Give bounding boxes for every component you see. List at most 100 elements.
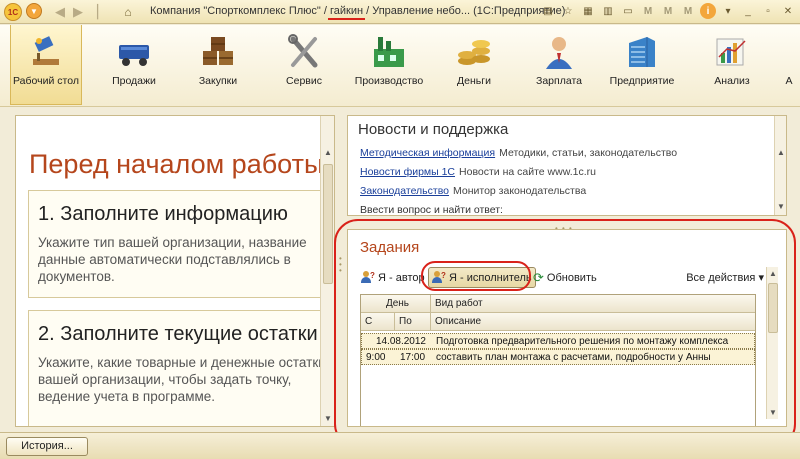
- forward-arrow-icon[interactable]: ▶: [70, 3, 86, 21]
- col-day[interactable]: День: [361, 295, 431, 313]
- favorites-icon[interactable]: ☆: [560, 3, 576, 19]
- production-icon: [370, 33, 408, 71]
- section-service[interactable]: Сервис: [268, 25, 340, 105]
- person-icon: ?: [361, 271, 375, 284]
- table-row[interactable]: 9:00 17:00 составить план монтажа с расч…: [361, 349, 755, 365]
- section-label: Зарплата: [536, 75, 582, 87]
- person-icon: ?: [432, 271, 446, 284]
- news-link-methodical[interactable]: Методическая информация: [360, 147, 495, 159]
- main-menu-icon[interactable]: ▼: [26, 3, 42, 19]
- tasks-table[interactable]: День Вид работ С По Описание 14.08.2012 …: [360, 294, 756, 426]
- scroll-thumb[interactable]: [323, 164, 333, 284]
- cell-from: 9:00: [366, 352, 386, 363]
- step2-box[interactable]: 2. Заполните текущие остатки Укажите, ка…: [28, 310, 334, 426]
- col-description[interactable]: Описание: [431, 313, 757, 331]
- calendar-icon[interactable]: ▦: [580, 3, 596, 19]
- tasks-title: Задания: [360, 239, 420, 256]
- executor-filter-button[interactable]: ? Я - исполнитель: [428, 267, 536, 288]
- close-icon[interactable]: ✕: [780, 3, 796, 19]
- print-icon[interactable]: ▭: [620, 3, 636, 19]
- analysis-icon: [713, 33, 751, 71]
- section-label: Предприятие: [609, 75, 675, 87]
- section-label: Закупки: [198, 75, 238, 87]
- desktop-icon: [27, 33, 65, 71]
- section-purchases[interactable]: Закупки: [182, 25, 254, 105]
- scroll-up-icon[interactable]: ▲: [775, 146, 786, 160]
- col-worktype[interactable]: Вид работ: [431, 295, 757, 313]
- news-scrollbar[interactable]: ▲ ▼: [774, 116, 786, 215]
- news-row: Методическая информация Методики, статьи,…: [360, 147, 678, 159]
- calculator-icon[interactable]: ▥: [600, 3, 616, 19]
- scroll-down-icon[interactable]: ▼: [775, 200, 786, 214]
- scroll-up-icon[interactable]: ▲: [321, 146, 334, 160]
- section-label: Сервис: [286, 75, 322, 87]
- scroll-down-icon[interactable]: ▼: [321, 412, 334, 426]
- col-to[interactable]: По: [395, 313, 431, 331]
- status-bar: История...: [0, 432, 800, 459]
- scroll-down-icon[interactable]: ▼: [767, 408, 779, 417]
- refresh-button[interactable]: ⟳ Обновить: [530, 267, 600, 288]
- section-desktop[interactable]: Рабочий стол: [10, 25, 82, 105]
- sections-panel: Рабочий стол Продажи Закупки Сервис Прои…: [0, 25, 800, 107]
- cell-description: составить план монтажа с расчетами, подр…: [436, 352, 711, 363]
- cell-to: 17:00: [400, 352, 426, 363]
- author-filter-button[interactable]: ? Я - автор: [358, 267, 428, 288]
- table-subheader: С По Описание: [361, 313, 755, 331]
- cell-worktype: Подготовка предварительного решения по м…: [436, 336, 729, 347]
- section-production[interactable]: Производство: [353, 25, 425, 105]
- news-link-legislation[interactable]: Законодательство: [360, 185, 449, 197]
- step2-title: 2. Заполните текущие остатки: [38, 323, 318, 345]
- enterprise-icon: [623, 33, 661, 71]
- ask-question-label: Ввести вопрос и найти ответ:: [360, 204, 503, 216]
- news-title: Новости и поддержка: [358, 121, 509, 138]
- getting-started-title: Перед началом работы: [29, 149, 324, 179]
- minimize-icon[interactable]: _: [740, 3, 756, 19]
- table-row[interactable]: 14.08.2012 Подготовка предварительного р…: [361, 333, 755, 349]
- section-money[interactable]: Деньги: [438, 25, 510, 105]
- refresh-icon: ⟳: [533, 269, 544, 285]
- history-button[interactable]: История...: [6, 437, 88, 456]
- sales-icon: [115, 33, 153, 71]
- section-sales[interactable]: Продажи: [98, 25, 170, 105]
- news-row: Законодательство Монитор законодательства: [360, 185, 587, 197]
- step1-title: 1. Заполните информацию: [38, 203, 288, 225]
- news-link-1c[interactable]: Новости фирмы 1С: [360, 166, 455, 178]
- service-icon: [285, 33, 323, 71]
- news-panel: Новости и поддержка Методическая информа…: [347, 115, 787, 216]
- all-actions-menu[interactable]: Все действия ▾: [686, 267, 764, 288]
- memory-mminus-icon[interactable]: M: [680, 3, 696, 19]
- section-salary[interactable]: Зарплата: [523, 25, 595, 105]
- news-row: Новости фирмы 1С Новости на сайте www.1c.…: [360, 166, 596, 178]
- chevron-down-icon: ▾: [758, 272, 764, 284]
- dropdown-icon[interactable]: ▾: [720, 3, 736, 19]
- table-header: День Вид работ: [361, 295, 755, 313]
- more-icon: [779, 33, 799, 71]
- col-from[interactable]: С: [361, 313, 395, 331]
- memory-mplus-icon[interactable]: M: [660, 3, 676, 19]
- info-icon[interactable]: i: [700, 3, 716, 19]
- purchases-icon: [199, 33, 237, 71]
- step2-text: Укажите, какие товарные и денежные остат…: [38, 355, 326, 404]
- scroll-up-icon[interactable]: ▲: [767, 269, 779, 278]
- section-more[interactable]: А: [778, 25, 800, 105]
- step1-text: Укажите тип вашей организации, название …: [38, 235, 307, 284]
- tasks-scrollbar[interactable]: ▲ ▼: [766, 267, 778, 419]
- scroll-thumb[interactable]: [768, 283, 778, 333]
- memory-m-icon[interactable]: M: [640, 3, 656, 19]
- section-analysis[interactable]: Анализ: [696, 25, 768, 105]
- tasks-toolbar: ? Я - автор ? Я - исполнитель ⟳ Обновить…: [358, 267, 764, 289]
- home-icon[interactable]: ⌂: [120, 3, 136, 21]
- section-enterprise[interactable]: Предприятие: [606, 25, 678, 105]
- money-icon: [455, 33, 493, 71]
- restore-icon[interactable]: ▫: [760, 3, 776, 19]
- section-label: А: [785, 75, 793, 87]
- tasks-panel: Задания ? Я - автор ? Я - исполнитель ⟳ …: [347, 229, 787, 427]
- copy-icon[interactable]: ▤: [540, 3, 556, 19]
- 1c-logo-icon[interactable]: 1C: [4, 3, 22, 21]
- section-label: Анализ: [714, 75, 750, 87]
- back-arrow-icon[interactable]: ◀: [52, 3, 68, 21]
- section-label: Деньги: [457, 75, 491, 87]
- step1-box[interactable]: 1. Заполните информацию Укажите тип ваше…: [28, 190, 334, 298]
- left-scrollbar[interactable]: ▲ ▼: [320, 116, 334, 426]
- vertical-splitter[interactable]: • • •: [339, 255, 343, 275]
